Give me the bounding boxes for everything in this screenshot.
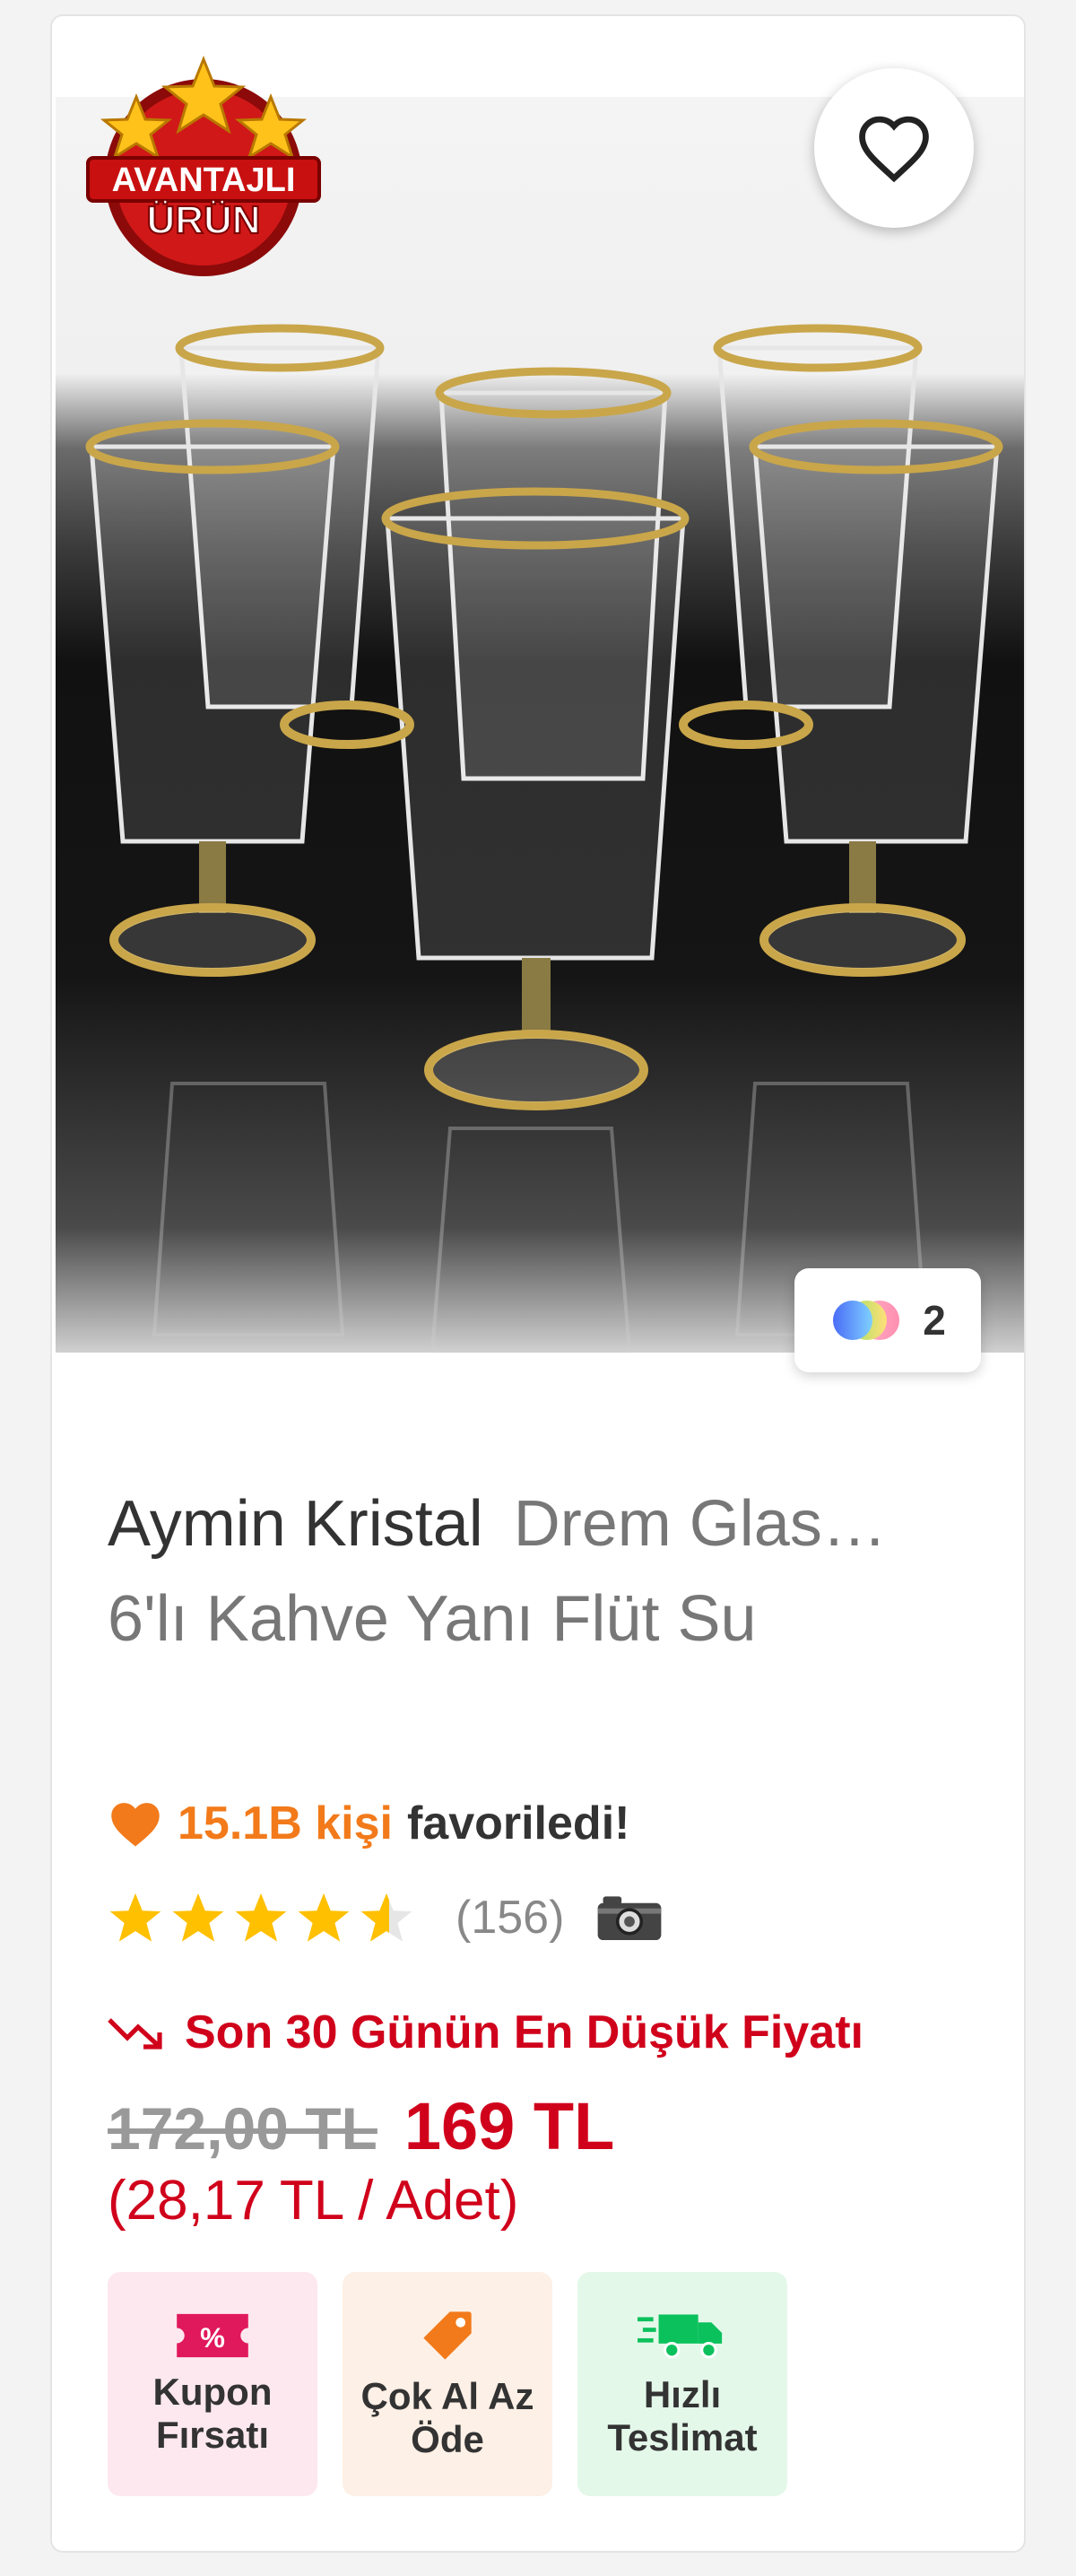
tag-multi-line1: Çok Al Az: [360, 2375, 534, 2417]
product-name: Drem Glas…: [513, 1488, 887, 1560]
svg-text:%: %: [200, 2322, 225, 2354]
product-title[interactable]: Aymin Kristal Drem Glas… 6'lı Kahve Yanı …: [108, 1476, 1004, 1667]
star-icon: [172, 1893, 224, 1942]
camera-icon: [598, 1896, 662, 1941]
tag-coupon-line2: Fırsatı: [155, 2414, 270, 2456]
avantajli-urun-badge: AVANTAJLI ÜRÜN: [82, 43, 325, 285]
favorites-suffix: favoriledi!: [406, 1797, 630, 1849]
product-name-line2: 6'lı Kahve Yanı Flüt Su: [108, 1583, 757, 1655]
favorites-count: 15.1B kişi: [178, 1797, 393, 1849]
price-row: 172,00 TL 169 TL: [108, 2088, 614, 2164]
rating-stars: [108, 1891, 414, 1945]
tag-fast-line2: Teslimat: [607, 2416, 758, 2459]
rating-row[interactable]: (156): [108, 1891, 664, 1945]
badge-line1: AVANTAJLI: [112, 161, 296, 199]
tag-multi-buy[interactable]: Çok Al Az Öde: [343, 2272, 552, 2496]
old-price: 172,00 TL: [108, 2095, 377, 2162]
tag-multi-line2: Öde: [411, 2418, 484, 2460]
product-card[interactable]: AVANTAJLI ÜRÜN 2 Aymin Kristal Drem Glas……: [50, 14, 1026, 2553]
orange-heart-icon: [111, 1803, 160, 1847]
price-tag-icon: [423, 2311, 472, 2360]
unit-price: (28,17 TL / Adet): [108, 2170, 519, 2232]
tag-fast-delivery[interactable]: Hızlı Teslimat: [577, 2272, 787, 2496]
fast-delivery-icon: [638, 2314, 723, 2359]
tag-fast-line1: Hızlı: [643, 2373, 722, 2415]
coupon-icon: %: [177, 2313, 248, 2358]
tag-coupon[interactable]: % Kupon Fırsatı: [108, 2272, 317, 2496]
badge-line2: ÜRÜN: [146, 198, 260, 242]
half-star-icon: [360, 1893, 412, 1942]
favorites-info: 15.1B kişi favoriledi!: [108, 1797, 629, 1850]
star-icon: [298, 1893, 350, 1942]
star-icon: [235, 1893, 287, 1942]
favorite-button[interactable]: [814, 68, 974, 228]
heart-icon: [859, 116, 929, 183]
variant-count: 2: [923, 1297, 946, 1344]
product-brand: Aymin Kristal: [108, 1488, 483, 1560]
star-icon: [109, 1893, 161, 1942]
tag-coupon-line1: Kupon: [152, 2371, 273, 2413]
color-variants-icon: [833, 1301, 900, 1340]
lowest-price-label: Son 30 Günün En Düşük Fiyatı: [185, 2006, 863, 2058]
current-price: 169 TL: [404, 2089, 615, 2163]
lowest-price-info: Son 30 Günün En Düşük Fiyatı: [108, 2006, 863, 2059]
review-count: (156): [456, 1892, 565, 1944]
color-variants-button[interactable]: 2: [794, 1268, 981, 1372]
trend-down-icon: [108, 2018, 162, 2049]
